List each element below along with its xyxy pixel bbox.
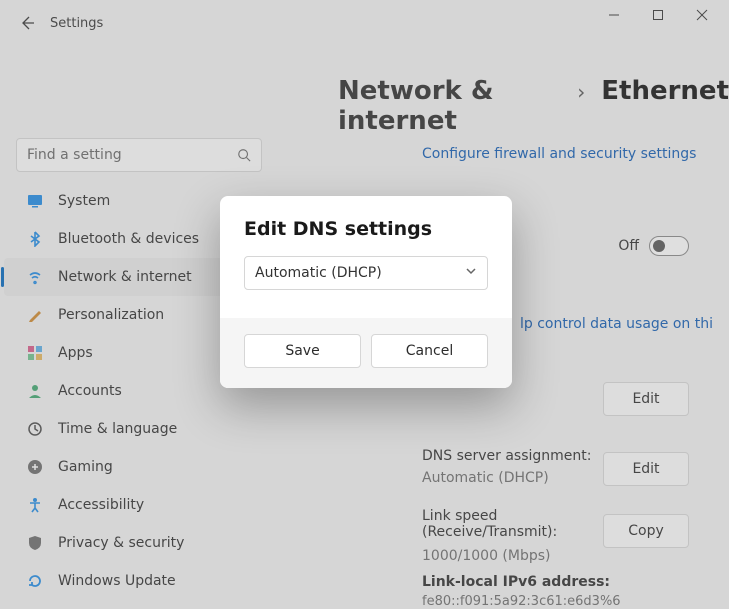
dns-mode-select[interactable]: Automatic (DHCP) [244, 256, 488, 290]
edit-dns-modal: Edit DNS settings Automatic (DHCP) Save … [220, 196, 512, 388]
modal-title: Edit DNS settings [244, 218, 488, 240]
modal-body: Edit DNS settings Automatic (DHCP) [220, 196, 512, 318]
select-value: Automatic (DHCP) [255, 265, 382, 281]
settings-window: Settings Network & internet › Ethernet S… [0, 0, 729, 609]
modal-footer: Save Cancel [220, 318, 512, 388]
save-button[interactable]: Save [244, 334, 361, 368]
chevron-down-icon [465, 265, 477, 281]
cancel-button[interactable]: Cancel [371, 334, 488, 368]
